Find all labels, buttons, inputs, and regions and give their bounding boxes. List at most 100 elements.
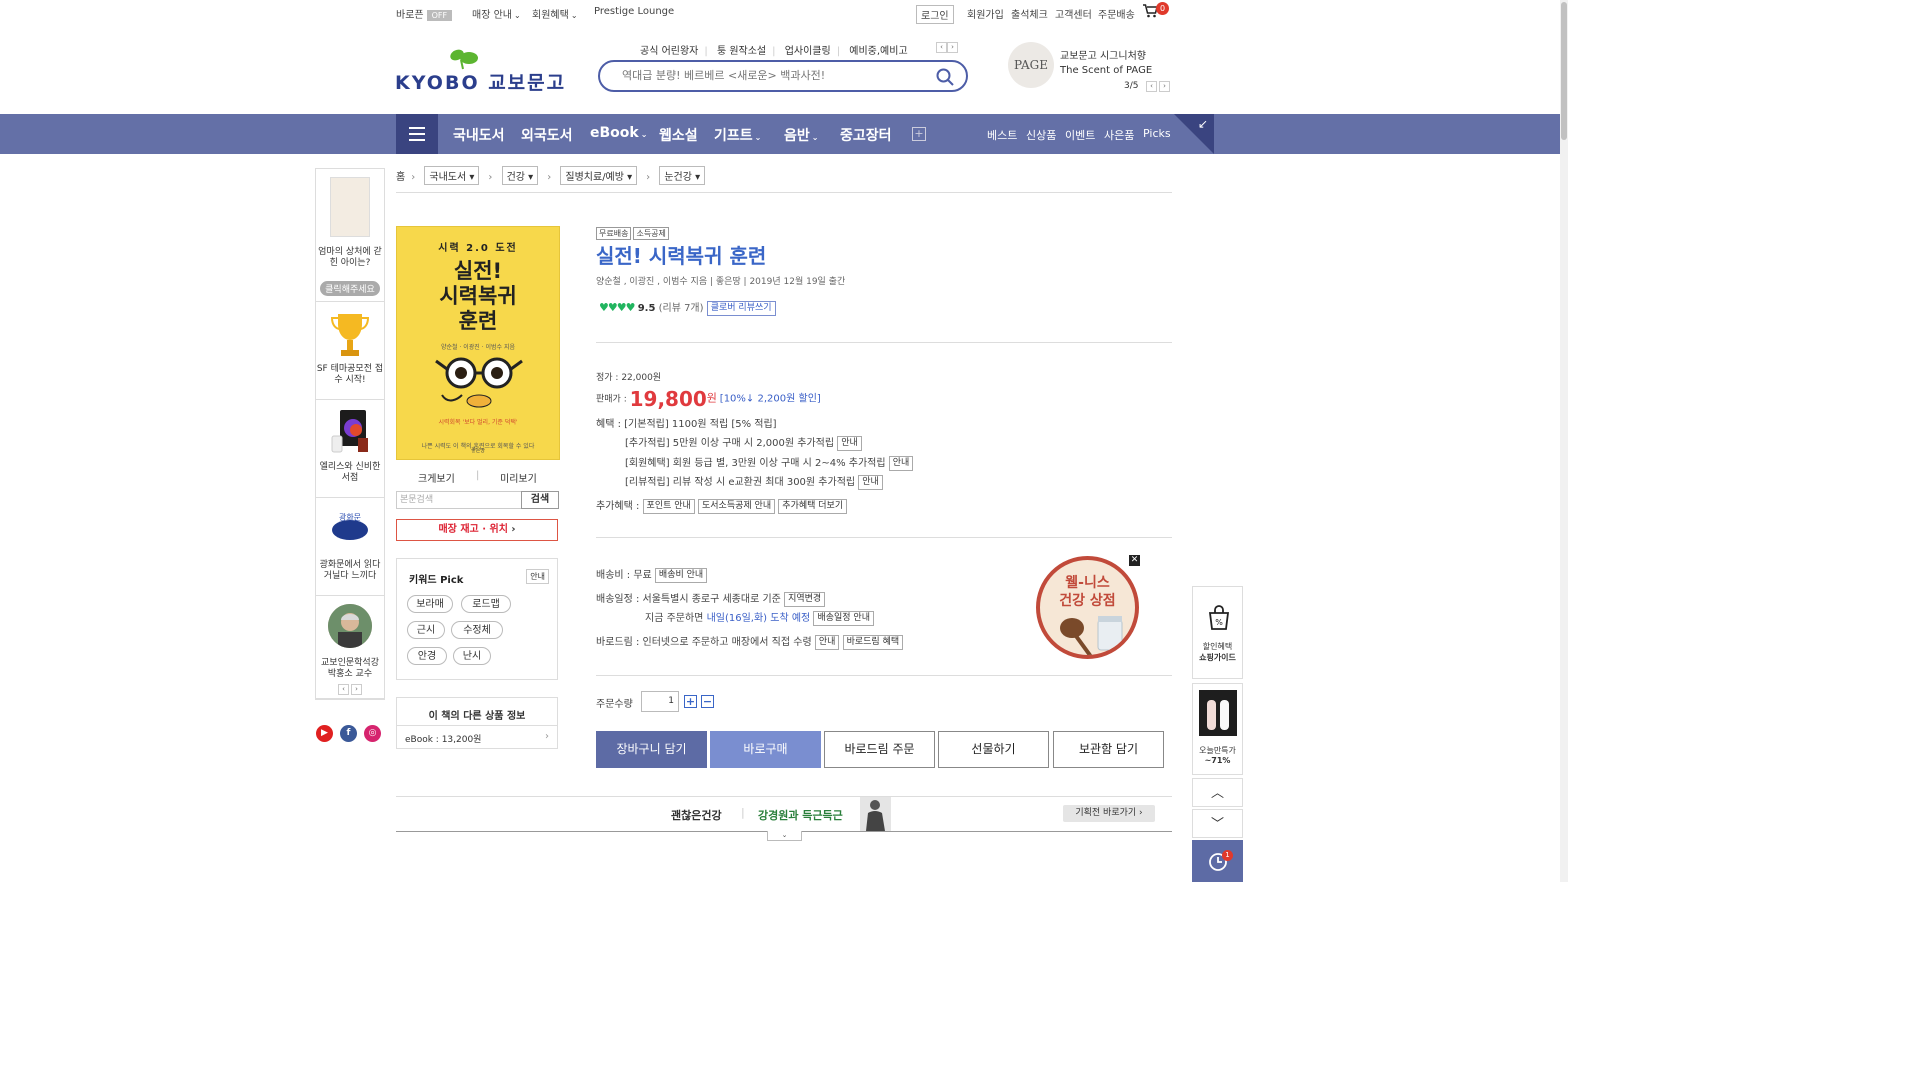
breadcrumb-level-2[interactable]: 건강 ▾ <box>501 166 539 185</box>
recent-viewed-button[interactable] <box>1192 840 1243 882</box>
baro-open-toggle[interactable]: 바로픈 OFF <box>396 6 453 21</box>
breadcrumb-level-3[interactable]: 질병치료/예방 ▾ <box>560 166 638 185</box>
body-search-input[interactable]: 본문검색 <box>396 491 522 509</box>
nav-used-market[interactable]: 중고장터 <box>840 125 892 145</box>
gift-button[interactable]: 선물하기 <box>938 731 1049 768</box>
collapse-corner-button[interactable]: ↙ <box>1174 114 1214 154</box>
zoom-link[interactable]: 크게보기 <box>418 470 455 485</box>
youtube-icon[interactable]: ▶ <box>316 725 333 742</box>
prestige-lounge-link[interactable]: Prestige Lounge <box>594 6 674 17</box>
wishlist-button[interactable]: 보관함 담기 <box>1053 731 1164 768</box>
store-info-menu[interactable]: 매장 안내 ⌄ <box>472 6 521 21</box>
nav-new[interactable]: 신상품 <box>1026 127 1056 143</box>
keyword-tag[interactable]: 로드맵 <box>461 595 511 613</box>
member-benefit-menu[interactable]: 회원혜택 ⌄ <box>532 6 578 21</box>
banner-next-button[interactable]: › <box>1159 81 1170 92</box>
add-menu-icon[interactable]: + <box>912 127 926 141</box>
nav-event[interactable]: 이벤트 <box>1065 127 1095 143</box>
sidebar-banner[interactable]: SF 테마공모전 접수 시작! <box>316 302 384 400</box>
nav-music-label: 음반 <box>784 128 810 144</box>
keyword-tag[interactable]: 보라매 <box>407 595 453 613</box>
keyword-tag[interactable]: 난시 <box>453 647 491 665</box>
keyword-tag[interactable]: 안경 <box>407 647 447 665</box>
point-info-button[interactable]: 포인트 안내 <box>642 498 695 514</box>
quick-link[interactable]: 퉁 원작소설 <box>717 46 766 57</box>
quantity-minus-button[interactable]: − <box>701 695 714 708</box>
barodrim-info-button[interactable]: 안내 <box>814 634 840 650</box>
sidebar-next-button[interactable]: › <box>351 684 362 695</box>
nav-picks[interactable]: Picks <box>1143 127 1171 140</box>
scrollbar-thumb[interactable] <box>1561 2 1567 140</box>
sidebar-banner[interactable]: 광화문 광화문에서 읽다 거닐다 느끼다 <box>316 498 384 596</box>
nav-domestic-books[interactable]: 국내도서 <box>453 125 505 145</box>
shipping-schedule-info-button[interactable]: 배송일정 안내 <box>813 610 874 626</box>
quick-link[interactable]: 공식 어린왕자 <box>640 46 698 57</box>
nav-music[interactable]: 음반 ⌄ <box>784 125 818 145</box>
scent-of-page-badge[interactable]: PAGE <box>1008 42 1054 88</box>
instagram-icon[interactable]: ◎ <box>364 725 381 742</box>
ebook-link[interactable]: eBook : 13,200원 <box>405 732 481 745</box>
breadcrumb-level-1[interactable]: 국내도서 ▾ <box>424 166 480 185</box>
quantity-input[interactable]: 1 <box>641 691 679 712</box>
facebook-icon[interactable]: f <box>340 725 357 742</box>
change-region-button[interactable]: 지역변경 <box>784 591 826 607</box>
order-delivery-link[interactable]: 주문배송 <box>1098 6 1135 21</box>
keyword-tag[interactable]: 근시 <box>407 621 445 639</box>
barodrim-benefit-button[interactable]: 바로드림 혜택 <box>842 634 904 650</box>
search-icon[interactable] <box>936 68 954 89</box>
nav-ebook[interactable]: eBook ⌄ <box>590 125 647 141</box>
quick-link[interactable]: 예비중,예비고 <box>849 46 907 57</box>
quick-next-button[interactable]: › <box>947 42 958 53</box>
attendance-link[interactable]: 출석체크 <box>1011 6 1048 21</box>
banner-expand-tab[interactable]: ⌄ <box>767 831 802 841</box>
nav-gift[interactable]: 기프트 ⌄ <box>714 125 761 145</box>
today-deal-widget[interactable]: 오늘만특가 ~71% <box>1192 683 1243 775</box>
nav-gifts[interactable]: 사은품 <box>1104 127 1134 143</box>
nav-foreign-books[interactable]: 외국도서 <box>521 125 573 145</box>
sidebar-banner[interactable]: 교보인문학석강 박홍소 교수 ‹ › <box>316 596 384 699</box>
breadcrumb-level-4[interactable]: 눈건강 ▾ <box>659 166 706 185</box>
banner-prev-button[interactable]: ‹ <box>1146 81 1157 92</box>
tax-info-button[interactable]: 도서소득공제 안내 <box>698 498 776 514</box>
breadcrumb-home[interactable]: 홈 <box>396 172 405 183</box>
scroll-bottom-button[interactable]: ﹀ <box>1192 809 1243 838</box>
more-benefits-button[interactable]: 추가혜택 더보기 <box>778 498 848 514</box>
keyword-info-button[interactable]: 안내 <box>526 569 549 584</box>
sidebar-banner[interactable]: 엄마의 상처에 갇힌 아이는? 클릭해주세요 <box>316 169 384 302</box>
shopping-guide-widget[interactable]: % 할인혜택 쇼핑가이드 <box>1192 586 1243 679</box>
nav-web-novel[interactable]: 웹소설 <box>659 125 698 145</box>
add-to-cart-button[interactable]: 장바구니 담기 <box>596 731 707 768</box>
customer-center-link[interactable]: 고객센터 <box>1055 6 1092 21</box>
benefit-info-button[interactable]: 안내 <box>858 474 883 490</box>
quick-prev-button[interactable]: ‹ <box>936 42 947 53</box>
scroll-top-button[interactable]: ︿ <box>1192 778 1243 807</box>
site-logo[interactable]: KYOBO 교보문고 <box>395 68 566 95</box>
store-stock-button[interactable]: 매장 재고 · 위치 › <box>396 519 558 541</box>
benefit-info-button[interactable]: 안내 <box>888 455 914 471</box>
exhibition-link-button[interactable]: 기획전 바로가기 › <box>1063 805 1155 822</box>
keyword-tag[interactable]: 수정체 <box>451 621 503 639</box>
signup-link[interactable]: 회원가입 <box>967 6 1004 21</box>
body-search-button[interactable]: 검색 <box>521 491 559 509</box>
preview-link[interactable]: 미리보기 <box>500 470 537 485</box>
quick-link[interactable]: 업사이클링 <box>785 46 831 57</box>
write-review-button[interactable]: 클로버 리뷰쓰기 <box>706 300 776 316</box>
banner-event-label[interactable]: 강경원과 득근득근 <box>758 807 843 823</box>
login-button[interactable]: 로그인 <box>916 5 954 24</box>
scent-banner-text[interactable]: 교보문고 시그니처향 The Scent of PAGE <box>1060 50 1152 78</box>
sidebar-banner[interactable]: 엘리스와 신비한 서점 <box>316 400 384 498</box>
sidebar-prev-button[interactable]: ‹ <box>338 684 349 695</box>
quantity-plus-button[interactable]: + <box>684 695 697 708</box>
nav-best[interactable]: 베스트 <box>987 127 1017 143</box>
wellness-promo-banner[interactable]: 웰-니스 건강 상점 <box>1036 556 1139 659</box>
barodrim-order-button[interactable]: 바로드림 주문 <box>824 731 935 768</box>
search-input[interactable] <box>620 68 924 83</box>
banner-healthy-label[interactable]: 괜찮은건강 <box>671 807 722 823</box>
shipping-fee-info-button[interactable]: 배송비 안내 <box>654 567 708 583</box>
click-pill[interactable]: 클릭해주세요 <box>320 281 380 296</box>
menu-icon[interactable] <box>396 114 438 154</box>
benefit-info-button[interactable]: 안내 <box>837 435 862 451</box>
book-cover[interactable]: 시력 2.0 도전 실전! 시력복귀 훈련 양순철 · 이광진 · 이범수 지음… <box>396 226 560 460</box>
close-icon[interactable]: ✕ <box>1129 555 1140 566</box>
buy-now-button[interactable]: 바로구매 <box>710 731 821 768</box>
